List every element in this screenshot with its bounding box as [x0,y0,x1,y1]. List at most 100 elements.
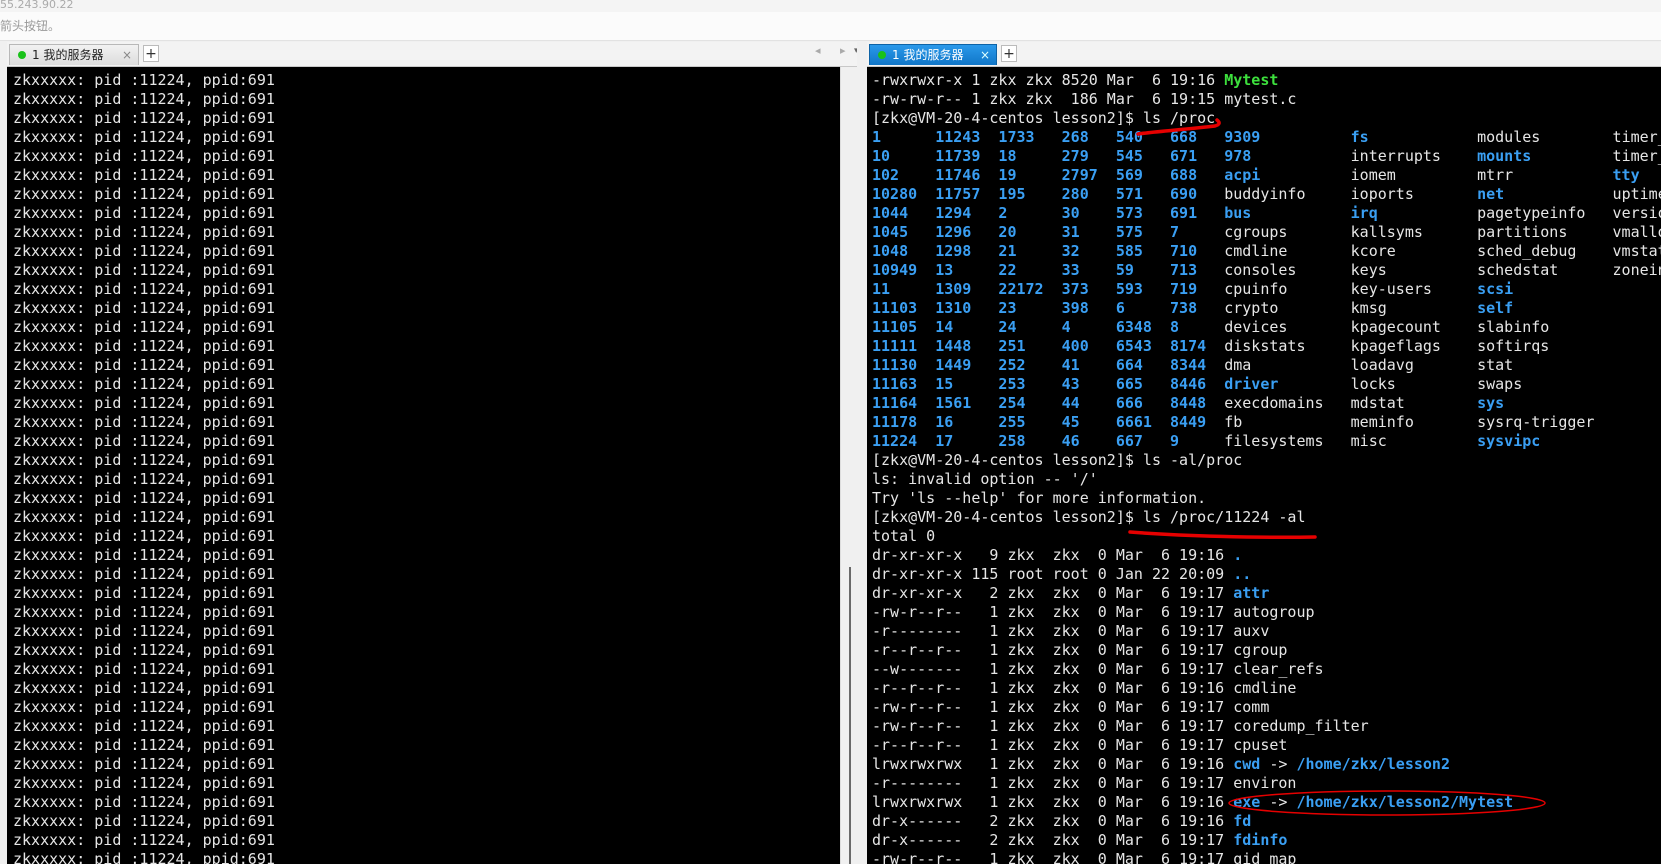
close-icon[interactable]: × [122,45,132,66]
terminal-text: ls: invalid option -- '/' [872,470,1098,488]
terminal-text: locks swaps [1278,375,1523,393]
right-terminal[interactable]: -rwxrwxr-x 1 zkx zkx 8520 Mar 6 19:16 My… [867,67,1661,864]
hint-bar: 箭头按钮。 [0,12,1661,41]
directory-name: scsi [1477,280,1514,298]
terminal-line: 11163 15 253 43 665 8446 driver locks sw… [872,375,1661,394]
terminal-line: 11 1309 22172 373 593 719 cpuinfo key-us… [872,280,1661,299]
directory-name: attr [1233,584,1270,602]
directory-name: 1044 1294 2 30 573 691 [872,204,1225,222]
terminal-text: dr-xr-xr-x 2 zkx zkx 0 Mar 6 19:17 [872,584,1234,602]
terminal-text: -rw-rw-r-- 1 zkx zkx 186 Mar 6 19:15 myt… [872,90,1297,108]
terminal-text: --w------- 1 zkx zkx 0 Mar 6 19:17 clear… [872,660,1324,678]
executable-name: Mytest [1224,71,1279,89]
terminal-line: -r-------- 1 zkx zkx 0 Mar 6 19:17 envir… [872,774,1661,793]
directory-name: net [1477,185,1505,203]
terminal-text: cmdline kcore sched_debug vmstat [1224,242,1661,260]
tab-scroll-arrows-icon[interactable]: ◂ ▸ [815,44,854,57]
directory-name: /home/zkx/lesson2/Mytest [1296,793,1514,811]
terminal-line: dr-x------ 2 zkx zkx 0 Mar 6 19:16 fd [872,812,1661,831]
add-tab-button[interactable]: + [143,45,159,62]
terminal-line: zkxxxxx: pid :11224, ppid:691 [13,793,275,811]
terminal-line: zkxxxxx: pid :11224, ppid:691 [13,831,275,849]
directory-name: sysvipc [1477,432,1541,450]
terminal-line: zkxxxxx: pid :11224, ppid:691 [13,204,275,222]
terminal-line: [zkx@VM-20-4-centos lesson2]$ ls /proc/1… [872,508,1661,527]
terminal-line: zkxxxxx: pid :11224, ppid:691 [13,242,275,260]
add-tab-button[interactable]: + [1001,45,1017,62]
terminal-line: 10949 13 22 33 59 713 consoles keys sche… [872,261,1661,280]
window-top-bar: 55.243.90.22 [0,0,1661,12]
directory-name: 10280 11757 195 280 571 690 [872,185,1225,203]
terminal-text: dr-x------ 2 zkx zkx 0 Mar 6 19:16 [872,812,1234,830]
terminal-line: zkxxxxx: pid :11224, ppid:691 [13,223,275,241]
directory-name: fdinfo [1233,831,1288,849]
terminal-text: -r-------- 1 zkx zkx 0 Mar 6 19:17 envir… [872,774,1297,792]
terminal-line: zkxxxxx: pid :11224, ppid:691 [13,185,275,203]
directory-name: driver [1224,375,1279,393]
left-terminal[interactable]: zkxxxxx: pid :11224, ppid:691 zkxxxxx: pi… [7,67,840,864]
terminal-line: -rw-rw-r-- 1 zkx zkx 186 Mar 6 19:15 myt… [872,90,1661,109]
scrollbar-thumb[interactable] [849,567,851,864]
terminal-line: total 0 [872,527,1661,546]
window-title-text: 55.243.90.22 [0,0,74,11]
directory-name: 11164 1561 254 44 666 8448 [872,394,1225,412]
terminal-line: -rwxrwxr-x 1 zkx zkx 8520 Mar 6 19:16 My… [872,71,1661,90]
directory-name: sys [1477,394,1505,412]
terminal-line: zkxxxxx: pid :11224, ppid:691 [13,356,275,374]
terminal-line: Try 'ls --help' for more information. [872,489,1661,508]
directory-name: 10949 13 22 33 59 713 [872,261,1225,279]
terminal-text: dr-x------ 2 zkx zkx 0 Mar 6 19:17 [872,831,1234,849]
terminal-text: -r--r--r-- 1 zkx zkx 0 Mar 6 19:17 cgrou… [872,641,1288,659]
terminal-line: zkxxxxx: pid :11224, ppid:691 [13,299,275,317]
terminal-text: -> [1260,755,1297,773]
terminal-line: zkxxxxx: pid :11224, ppid:691 [13,261,275,279]
terminal-text: iomem mtrr [1260,166,1613,184]
terminal-text: dr-xr-xr-x 9 zkx zkx 0 Mar 6 19:16 [872,546,1234,564]
terminal-text: crypto kmsg [1224,299,1478,317]
directory-name: 11178 16 255 45 6661 8449 [872,413,1225,431]
terminal-line: 11164 1561 254 44 666 8448 execdomains m… [872,394,1661,413]
close-icon[interactable]: × [980,45,990,66]
right-session-tab[interactable]: 1 我的服务器 × [869,44,997,65]
directory-name: 11111 1448 251 400 6543 8174 [872,337,1225,355]
directory-name: .. [1233,565,1252,583]
terminal-line: zkxxxxx: pid :11224, ppid:691 [13,812,275,830]
directory-name: bus [1224,204,1252,222]
directory-name: 11130 1449 252 41 664 8344 [872,356,1225,374]
terminal-text: timer_stats [1612,147,1661,165]
tab-label: 1 我的服务器 [892,48,964,62]
terminal-line: 11178 16 255 45 6661 8449 fb meminfo sys… [872,413,1661,432]
terminal-line: 1044 1294 2 30 573 691 bus irq pagetypei… [872,204,1661,223]
terminal-line: 102 11746 19 2797 569 688 acpi iomem mtr… [872,166,1661,185]
directory-name: . [1233,546,1243,564]
terminal-line: zkxxxxx: pid :11224, ppid:691 [13,527,275,545]
terminal-line: zkxxxxx: pid :11224, ppid:691 [13,641,275,659]
left-scrollbar[interactable] [840,67,858,864]
terminal-line: zkxxxxx: pid :11224, ppid:691 [13,755,275,773]
left-session-tab[interactable]: 1 我的服务器 × [9,44,139,65]
tab-label: 1 我的服务器 [32,48,104,62]
terminal-text: [zkx@VM-20-4-centos lesson2]$ ls /proc/1… [872,508,1306,526]
terminal-line: -r--r--r-- 1 zkx zkx 0 Mar 6 19:17 cpuse… [872,736,1661,755]
directory-name: fs [1350,128,1369,146]
terminal-line: zkxxxxx: pid :11224, ppid:691 [13,622,275,640]
terminal-text: modules timer_list [1477,128,1661,146]
terminal-line: zkxxxxx: pid :11224, ppid:691 [13,71,275,89]
terminal-line: zkxxxxx: pid :11224, ppid:691 [13,565,275,583]
terminal-text: buddyinfo ioports [1224,185,1478,203]
panel-divider[interactable] [857,42,867,864]
terminal-text: execdomains mdstat [1224,394,1478,412]
terminal-text: interrupts [1350,147,1478,165]
directory-name: mounts [1477,147,1532,165]
terminal-text: [zkx@VM-20-4-centos lesson2]$ ls /proc [872,109,1216,127]
terminal-text: -rw-r--r-- 1 zkx zkx 0 Mar 6 19:17 autog… [872,603,1315,621]
directory-name: 1 11243 1733 268 540 668 9309 [872,128,1351,146]
terminal-line: ls: invalid option -- '/' [872,470,1661,489]
terminal-line: zkxxxxx: pid :11224, ppid:691 [13,147,275,165]
terminal-line: zkxxxxx: pid :11224, ppid:691 [13,432,275,450]
hint-text: 箭头按钮。 [0,19,61,33]
terminal-text: cgroups kallsyms partitions vmallocinfo [1224,223,1661,241]
directory-name: 11105 14 24 4 6348 8 [872,318,1225,336]
terminal-line: 11103 1310 23 398 6 738 crypto kmsg self [872,299,1661,318]
directory-name: 11 1309 22172 373 593 719 [872,280,1225,298]
